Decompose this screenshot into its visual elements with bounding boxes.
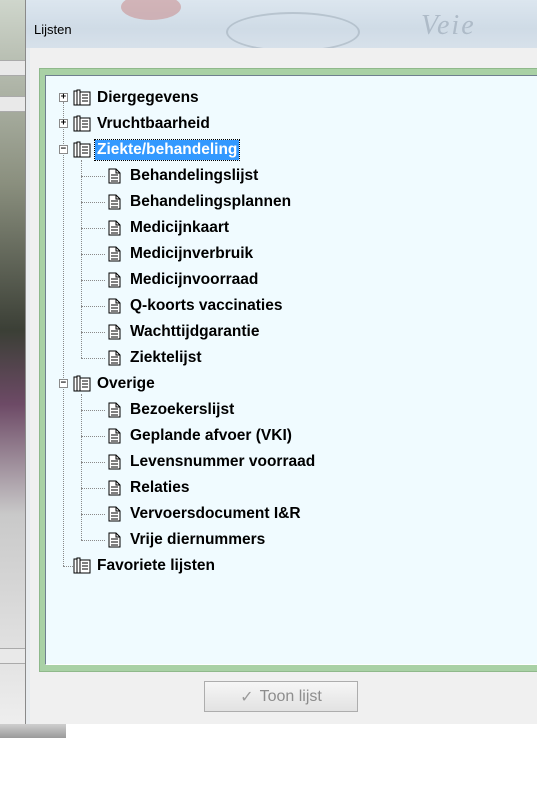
tree-list-item[interactable]: Ziektelijst — [46, 348, 537, 368]
document-icon — [108, 246, 121, 267]
tree-connector-line — [81, 394, 82, 540]
tree-connector-line — [81, 540, 105, 541]
tree-list-item-label[interactable]: Medicijnvoorraad — [128, 270, 260, 290]
title-background-decoration — [121, 0, 181, 20]
tree-list-item[interactable]: Behandelingslijst — [46, 166, 537, 186]
tree-connector-line — [81, 410, 105, 411]
tree-list-item-label[interactable]: Geplande afvoer (VKI) — [128, 426, 294, 446]
tree-list-item[interactable]: Q-koorts vaccinaties — [46, 296, 537, 316]
title-background-decoration: Veie — [421, 10, 476, 41]
tree-list-item[interactable]: Relaties — [46, 478, 537, 498]
tree-list-item-label[interactable]: Ziektelijst — [128, 348, 204, 368]
book-icon — [73, 141, 92, 163]
tree-group-label[interactable]: Diergegevens — [95, 88, 201, 108]
expand-icon[interactable]: + — [59, 93, 68, 102]
document-icon — [108, 168, 121, 189]
show-list-button[interactable]: ✓ Toon lijst — [204, 681, 358, 712]
collapse-icon[interactable]: − — [59, 145, 68, 154]
book-icon — [73, 115, 92, 137]
tree-connector-line — [81, 176, 105, 177]
tree-list-item-label[interactable]: Bezoekerslijst — [128, 400, 236, 420]
tree-list-item[interactable]: Behandelingsplannen — [46, 192, 537, 212]
document-icon — [108, 272, 121, 293]
tree-list-item-label[interactable]: Vrije diernummers — [128, 530, 267, 550]
document-icon — [108, 324, 121, 345]
list-tree-view[interactable]: + Diergegevens + Vruchtbaarheid − Ziekte/beha… — [45, 75, 537, 665]
document-icon — [108, 350, 121, 371]
document-icon — [108, 194, 121, 215]
title-bar[interactable]: Veie Lijsten — [26, 0, 537, 48]
lijsten-dialog: Veie Lijsten + Diergegevens + Vruchtbaarhei… — [25, 0, 537, 724]
book-icon — [73, 375, 92, 397]
tree-connector-line — [81, 514, 105, 515]
tree-connector-line — [81, 202, 105, 203]
tree-connector-line — [81, 462, 105, 463]
tree-list-item-label[interactable]: Wachttijdgarantie — [128, 322, 261, 342]
title-background-decoration — [226, 12, 360, 48]
dialog-client-area: + Diergegevens + Vruchtbaarheid − Ziekte/beha… — [30, 48, 537, 724]
document-icon — [108, 480, 121, 501]
tree-list-item[interactable]: Medicijnverbruik — [46, 244, 537, 264]
tree-list-item[interactable]: Levensnummer voorraad — [46, 452, 537, 472]
tree-list-item[interactable]: Wachttijdgarantie — [46, 322, 537, 342]
tree-list-item-label[interactable]: Medicijnverbruik — [128, 244, 255, 264]
document-icon — [108, 506, 121, 527]
tree-list-item[interactable]: Vrije diernummers — [46, 530, 537, 550]
tree-group-2[interactable]: − Ziekte/behandeling — [46, 139, 537, 163]
tree-list-item-label[interactable]: Relaties — [128, 478, 191, 498]
tree-group-4[interactable]: Favoriete lijsten — [46, 556, 537, 576]
tree-connector-line — [63, 566, 73, 567]
tree-list-item[interactable]: Vervoersdocument I&R — [46, 504, 537, 524]
document-icon — [108, 454, 121, 475]
tree-group-1[interactable]: + Vruchtbaarheid — [46, 114, 537, 134]
book-icon — [73, 89, 92, 111]
tree-connector-line — [81, 488, 105, 489]
tree-list-item-label[interactable]: Q-koorts vaccinaties — [128, 296, 284, 316]
tree-list-item[interactable]: Medicijnvoorraad — [46, 270, 537, 290]
tree-group-0[interactable]: + Diergegevens — [46, 88, 537, 108]
tree-connector-line — [81, 358, 105, 359]
show-list-button-label: Toon lijst — [259, 687, 322, 705]
tree-group-label[interactable]: Vruchtbaarheid — [95, 114, 212, 134]
tree-group-label[interactable]: Favoriete lijsten — [95, 556, 217, 576]
tree-list-item-label[interactable]: Behandelingsplannen — [128, 192, 293, 212]
book-icon — [73, 557, 92, 579]
checkmark-icon: ✓ — [240, 688, 254, 706]
tree-group-label[interactable]: Ziekte/behandeling — [93, 139, 241, 161]
tree-list-item-label[interactable]: Vervoersdocument I&R — [128, 504, 303, 524]
document-icon — [108, 532, 121, 553]
tree-list-item-label[interactable]: Behandelingslijst — [128, 166, 260, 186]
tree-connector-line — [81, 228, 105, 229]
tree-connector-line — [81, 254, 105, 255]
expand-icon[interactable]: + — [59, 119, 68, 128]
tree-connector-line — [81, 160, 82, 358]
document-icon — [108, 220, 121, 241]
tree-list-item[interactable]: Medicijnkaart — [46, 218, 537, 238]
document-icon — [108, 428, 121, 449]
tree-connector-line — [81, 306, 105, 307]
window-title: Lijsten — [34, 22, 72, 37]
tree-group-label[interactable]: Overige — [95, 374, 157, 394]
list-groupbox: + Diergegevens + Vruchtbaarheid − Ziekte/beha… — [39, 68, 537, 672]
tree-connector-line — [81, 280, 105, 281]
tree-list-item-label[interactable]: Levensnummer voorraad — [128, 452, 317, 472]
tree-list-item[interactable]: Geplande afvoer (VKI) — [46, 426, 537, 446]
collapse-icon[interactable]: − — [59, 379, 68, 388]
document-icon — [108, 402, 121, 423]
tree-connector-line — [81, 332, 105, 333]
tree-list-item-label[interactable]: Medicijnkaart — [128, 218, 231, 238]
tree-group-3[interactable]: − Overige — [46, 374, 537, 394]
document-icon — [108, 298, 121, 319]
tree-list-item[interactable]: Bezoekerslijst — [46, 400, 537, 420]
background-taskbar-fragment — [0, 724, 66, 738]
tree-connector-line — [81, 436, 105, 437]
